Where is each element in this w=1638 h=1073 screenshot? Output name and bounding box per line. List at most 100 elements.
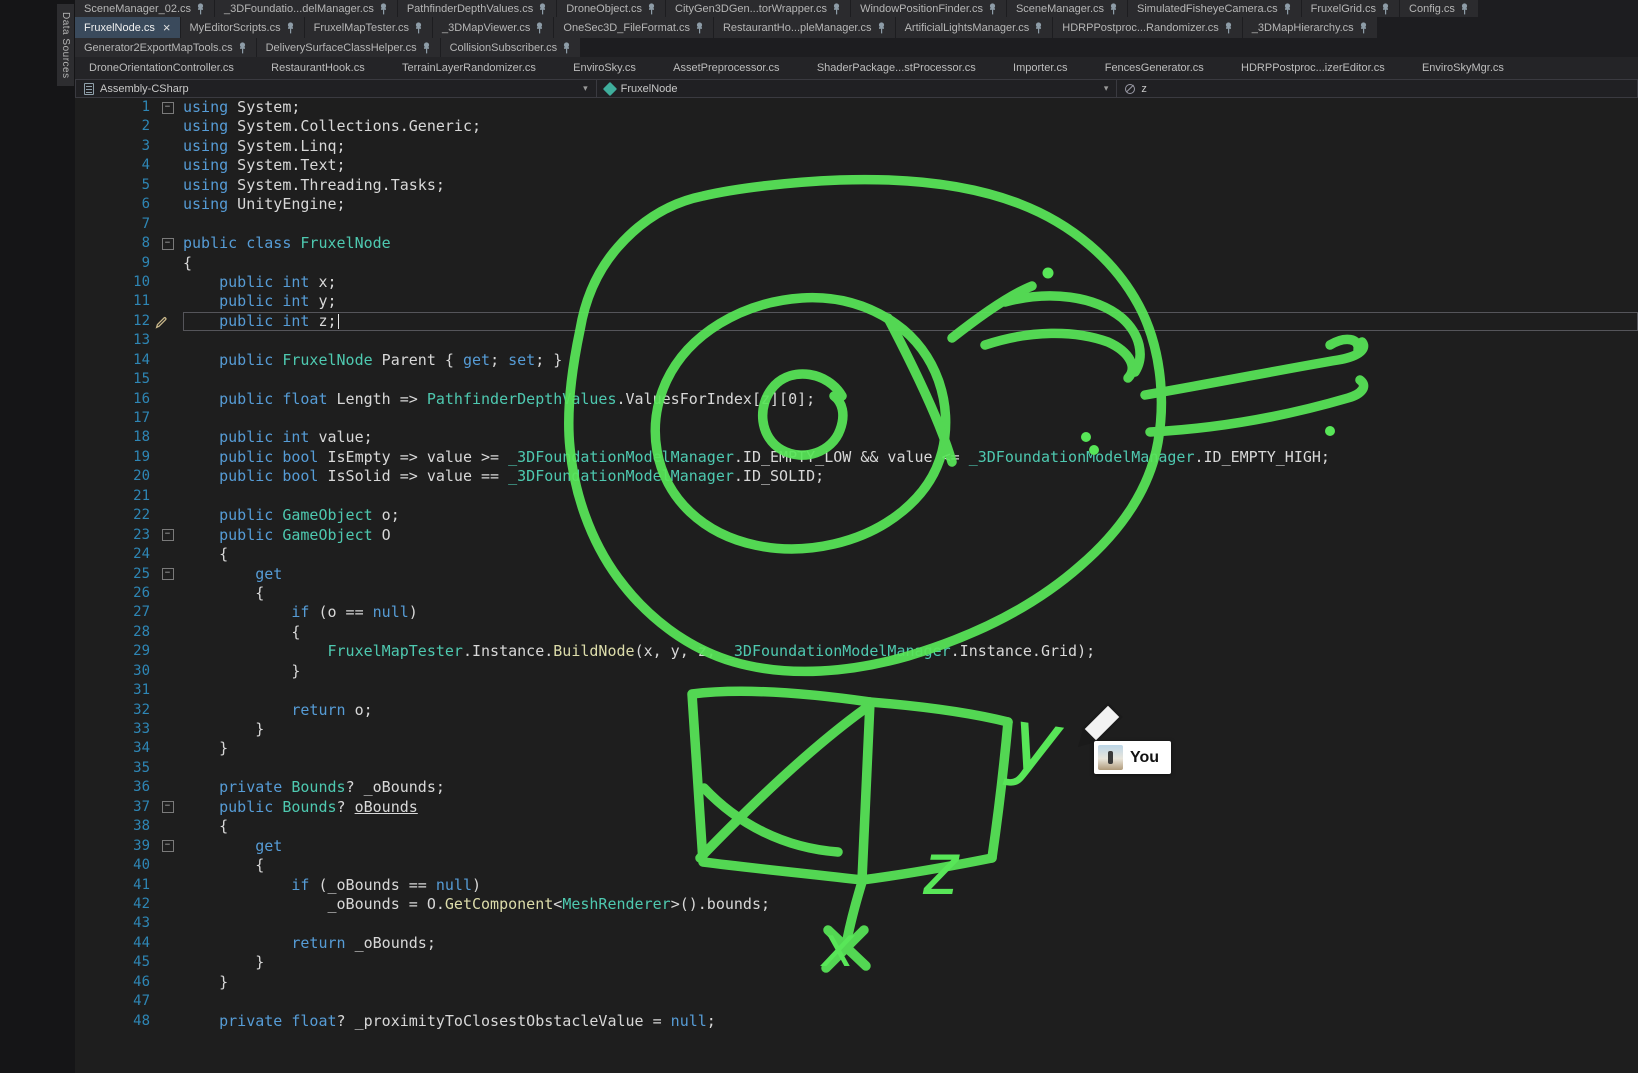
code-line-37[interactable]: 37 public Bounds? oBounds xyxy=(75,798,1638,817)
tab--3dmaphierarchy-cs[interactable]: _3DMapHierarchy.cs xyxy=(1243,17,1377,38)
code-line-30[interactable]: 30 } xyxy=(75,662,1638,681)
code-line-46[interactable]: 46 } xyxy=(75,973,1638,992)
pin-icon[interactable] xyxy=(1359,22,1368,34)
fold-collapse-icon[interactable] xyxy=(152,798,183,817)
pin-icon[interactable] xyxy=(1109,3,1118,15)
code-line-45[interactable]: 45 } xyxy=(75,953,1638,972)
pin-icon[interactable] xyxy=(1283,3,1292,15)
code-line-21[interactable]: 21 xyxy=(75,487,1638,506)
fold-collapse-icon[interactable] xyxy=(152,98,183,117)
code-line-7[interactable]: 7 xyxy=(75,215,1638,234)
tab-scenemanager-02-cs[interactable]: SceneManager_02.cs xyxy=(75,0,214,17)
code-line-8[interactable]: 8public class FruxelNode xyxy=(75,234,1638,253)
data-sources-tab[interactable]: Data Sources xyxy=(57,4,74,86)
pin-icon[interactable] xyxy=(1460,3,1469,15)
tab-artificiallightsmanager-cs[interactable]: ArtificialLightsManager.cs xyxy=(896,17,1053,38)
pin-icon[interactable] xyxy=(414,22,423,34)
code-line-12[interactable]: 12 public int z; xyxy=(75,312,1638,331)
code-line-24[interactable]: 24 { xyxy=(75,545,1638,564)
code-line-31[interactable]: 31 xyxy=(75,681,1638,700)
pin-icon[interactable] xyxy=(1224,22,1233,34)
code-editor[interactable]: 1using System;2using System.Collections.… xyxy=(75,98,1638,1073)
code-line-6[interactable]: 6using UnityEngine; xyxy=(75,195,1638,214)
code-line-25[interactable]: 25 get xyxy=(75,565,1638,584)
code-line-18[interactable]: 18 public int value; xyxy=(75,428,1638,447)
tab-restauranthook-cs[interactable]: RestaurantHook.cs xyxy=(267,57,369,79)
tab-restaurantho-plemanager-cs[interactable]: RestaurantHo...pleManager.cs xyxy=(714,17,895,38)
code-line-27[interactable]: 27 if (o == null) xyxy=(75,603,1638,622)
tab-droneorientationcontroller-cs[interactable]: DroneOrientationController.cs xyxy=(85,57,238,79)
code-line-48[interactable]: 48 private float? _proximityToClosestObs… xyxy=(75,1012,1638,1031)
tab-collisionsubscriber-cs[interactable]: CollisionSubscriber.cs xyxy=(441,38,581,57)
code-line-16[interactable]: 16 public float Length => PathfinderDept… xyxy=(75,390,1638,409)
tab-droneobject-cs[interactable]: DroneObject.cs xyxy=(557,0,665,17)
pin-icon[interactable] xyxy=(535,22,544,34)
code-line-15[interactable]: 15 xyxy=(75,370,1638,389)
code-line-23[interactable]: 23 public GameObject O xyxy=(75,526,1638,545)
tab-pathfinderdepthvalues-cs[interactable]: PathfinderDepthValues.cs xyxy=(398,0,556,17)
tab-onesec3d-fileformat-cs[interactable]: OneSec3D_FileFormat.cs xyxy=(554,17,713,38)
tab-importer-cs[interactable]: Importer.cs xyxy=(1009,57,1071,79)
pin-icon[interactable] xyxy=(832,3,841,15)
close-icon[interactable]: × xyxy=(163,21,171,34)
fold-collapse-icon[interactable] xyxy=(152,526,183,545)
tab-enviroskymgr-cs[interactable]: EnviroSkyMgr.cs xyxy=(1418,57,1508,79)
code-line-47[interactable]: 47 xyxy=(75,992,1638,1011)
tab-hdrppostproc-izereditor-cs[interactable]: HDRPPostproc...izerEditor.cs xyxy=(1237,57,1389,79)
code-line-1[interactable]: 1using System; xyxy=(75,98,1638,117)
pin-icon[interactable] xyxy=(422,42,431,54)
tab-scenemanager-cs[interactable]: SceneManager.cs xyxy=(1007,0,1127,17)
tab-terrainlayerrandomizer-cs[interactable]: TerrainLayerRandomizer.cs xyxy=(398,57,540,79)
code-line-11[interactable]: 11 public int y; xyxy=(75,292,1638,311)
pin-icon[interactable] xyxy=(286,22,295,34)
code-line-42[interactable]: 42 _oBounds = O.GetComponent<MeshRendere… xyxy=(75,895,1638,914)
tab-shaderpackage-stprocessor-cs[interactable]: ShaderPackage...stProcessor.cs xyxy=(813,57,980,79)
member-dropdown[interactable]: z xyxy=(1116,79,1638,98)
code-line-4[interactable]: 4using System.Text; xyxy=(75,156,1638,175)
code-line-44[interactable]: 44 return _oBounds; xyxy=(75,934,1638,953)
code-line-41[interactable]: 41 if (_oBounds == null) xyxy=(75,876,1638,895)
tab-assetpreprocessor-cs[interactable]: AssetPreprocessor.cs xyxy=(669,57,783,79)
tab-deliverysurfaceclasshelper-cs[interactable]: DeliverySurfaceClassHelper.cs xyxy=(257,38,440,57)
tab-fruxelnode-cs[interactable]: FruxelNode.cs× xyxy=(75,17,180,38)
pin-icon[interactable] xyxy=(379,3,388,15)
code-line-10[interactable]: 10 public int x; xyxy=(75,273,1638,292)
code-line-3[interactable]: 3using System.Linq; xyxy=(75,137,1638,156)
tab-config-cs[interactable]: Config.cs xyxy=(1400,0,1478,17)
tab-hdrppostproc-randomizer-cs[interactable]: HDRPPostproc...Randomizer.cs xyxy=(1053,17,1242,38)
code-line-43[interactable]: 43 xyxy=(75,914,1638,933)
pin-icon[interactable] xyxy=(1381,3,1390,15)
pin-icon[interactable] xyxy=(196,3,205,15)
tab-generator2exportmaptools-cs[interactable]: Generator2ExportMapTools.cs xyxy=(75,38,256,57)
code-line-19[interactable]: 19 public bool IsEmpty => value >= _3DFo… xyxy=(75,448,1638,467)
code-line-28[interactable]: 28 { xyxy=(75,623,1638,642)
code-line-20[interactable]: 20 public bool IsSolid => value == _3DFo… xyxy=(75,467,1638,486)
tab--3dmapviewer-cs[interactable]: _3DMapViewer.cs xyxy=(433,17,553,38)
code-line-39[interactable]: 39 get xyxy=(75,837,1638,856)
type-dropdown[interactable]: FruxelNode ▾ xyxy=(596,79,1117,98)
code-line-32[interactable]: 32 return o; xyxy=(75,701,1638,720)
pin-icon[interactable] xyxy=(538,3,547,15)
code-line-38[interactable]: 38 { xyxy=(75,817,1638,836)
code-line-5[interactable]: 5using System.Threading.Tasks; xyxy=(75,176,1638,195)
fold-collapse-icon[interactable] xyxy=(152,837,183,856)
code-line-40[interactable]: 40 { xyxy=(75,856,1638,875)
pin-icon[interactable] xyxy=(238,42,247,54)
code-line-35[interactable]: 35 xyxy=(75,759,1638,778)
tab-simulatedfisheyecamera-cs[interactable]: SimulatedFisheyeCamera.cs xyxy=(1128,0,1301,17)
tab-envirosky-cs[interactable]: EnviroSky.cs xyxy=(569,57,640,79)
code-line-14[interactable]: 14 public FruxelNode Parent { get; set; … xyxy=(75,351,1638,370)
fold-collapse-icon[interactable] xyxy=(152,234,183,253)
tab-myeditorscripts-cs[interactable]: MyEditorScripts.cs xyxy=(181,17,304,38)
pin-icon[interactable] xyxy=(562,42,571,54)
code-line-29[interactable]: 29 FruxelMapTester.Instance.BuildNode(x,… xyxy=(75,642,1638,661)
project-dropdown[interactable]: Assembly-CSharp ▾ xyxy=(75,79,596,98)
code-line-13[interactable]: 13 xyxy=(75,331,1638,350)
tab-fencesgenerator-cs[interactable]: FencesGenerator.cs xyxy=(1101,57,1208,79)
pin-icon[interactable] xyxy=(695,22,704,34)
code-line-26[interactable]: 26 { xyxy=(75,584,1638,603)
tab-fruxelgrid-cs[interactable]: FruxelGrid.cs xyxy=(1302,0,1399,17)
tab--3dfoundatio-delmanager-cs[interactable]: _3DFoundatio...delManager.cs xyxy=(215,0,397,17)
pin-icon[interactable] xyxy=(1034,22,1043,34)
code-line-36[interactable]: 36 private Bounds? _oBounds; xyxy=(75,778,1638,797)
